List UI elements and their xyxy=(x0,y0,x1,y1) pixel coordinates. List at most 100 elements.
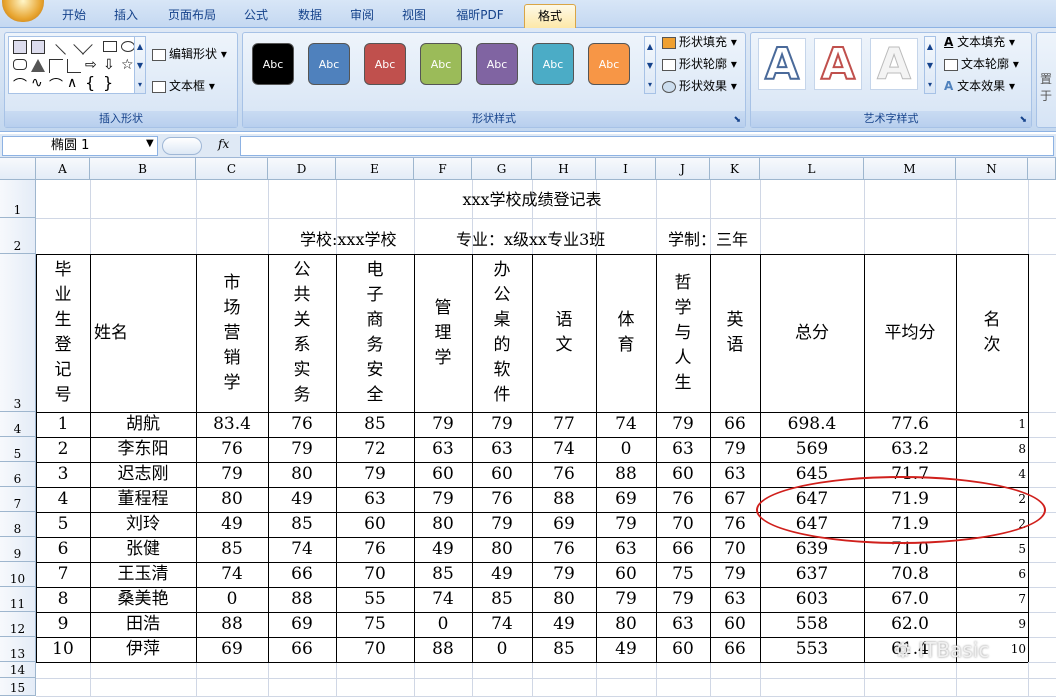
header-cell[interactable]: 语文 xyxy=(532,256,596,410)
score-cell[interactable]: 88 xyxy=(196,612,268,637)
score-cell[interactable]: 76 xyxy=(532,537,596,562)
major-label[interactable]: 专业：x级xx专业3班 xyxy=(456,226,605,250)
score-cell[interactable]: 9 xyxy=(956,612,1028,637)
row-number-cell[interactable]: 4 xyxy=(36,487,90,512)
name-cell[interactable]: 李东阳 xyxy=(90,437,196,462)
score-cell[interactable]: 88 xyxy=(532,487,596,512)
header-cell[interactable]: 办公桌的软件 xyxy=(472,256,532,410)
column-header-L[interactable]: L xyxy=(760,158,864,180)
header-cell[interactable]: 名次 xyxy=(956,256,1028,410)
text-box-button[interactable]: 文本框 ▾ xyxy=(152,76,215,96)
score-cell[interactable]: 80 xyxy=(414,512,472,537)
shape-style-3[interactable]: Abc xyxy=(364,43,406,85)
score-cell[interactable]: 85 xyxy=(336,412,414,437)
score-cell[interactable]: 77.6 xyxy=(864,412,956,437)
score-cell[interactable]: 5 xyxy=(956,537,1028,562)
row-header-5[interactable]: 5 xyxy=(0,437,36,462)
oval-shape-icon[interactable] xyxy=(121,41,135,52)
score-cell[interactable]: 637 xyxy=(760,562,864,587)
column-header-K[interactable]: K xyxy=(710,158,760,180)
term-label[interactable]: 学制：三年 xyxy=(668,226,748,250)
tab-format[interactable]: 格式 xyxy=(524,4,576,28)
score-cell[interactable]: 79 xyxy=(656,412,710,437)
header-cell[interactable]: 市场营销学 xyxy=(196,256,268,410)
vertical-textbox-shape-icon[interactable] xyxy=(31,40,45,54)
rectangle-shape-icon[interactable] xyxy=(103,41,117,52)
tab-home[interactable]: 开始 xyxy=(52,4,96,28)
score-cell[interactable]: 75 xyxy=(656,562,710,587)
row-header-4[interactable]: 4 xyxy=(0,412,36,437)
name-cell[interactable]: 桑美艳 xyxy=(90,587,196,612)
formula-input[interactable] xyxy=(240,136,1054,156)
freeform-shape-icon[interactable]: ⌒ xyxy=(13,75,27,95)
text-effect-button[interactable]: A 文本效果 ▾ xyxy=(944,76,1015,96)
column-header-A[interactable]: A xyxy=(36,158,90,180)
score-cell[interactable]: 79 xyxy=(596,512,656,537)
header-cell[interactable]: 姓名 xyxy=(90,256,196,410)
score-cell[interactable]: 88 xyxy=(596,462,656,487)
score-cell[interactable]: 79 xyxy=(656,587,710,612)
score-cell[interactable]: 76 xyxy=(710,512,760,537)
shape-fill-button[interactable]: 形状填充 ▾ xyxy=(662,32,737,52)
shapes-gallery[interactable]: ⇨ ⇩ ☆ ⌒ ∿ ⌒ ∧ { } xyxy=(8,36,146,94)
score-cell[interactable]: 70 xyxy=(710,537,760,562)
column-header-J[interactable]: J xyxy=(656,158,710,180)
row-number-cell[interactable]: 2 xyxy=(36,437,90,462)
score-cell[interactable]: 60 xyxy=(656,462,710,487)
score-cell[interactable]: 63 xyxy=(656,612,710,637)
score-cell[interactable]: 79 xyxy=(532,562,596,587)
header-cell[interactable]: 哲学与人生 xyxy=(656,256,710,410)
score-cell[interactable]: 74 xyxy=(196,562,268,587)
row-header-8[interactable]: 8 xyxy=(0,512,36,537)
column-header-N[interactable]: N xyxy=(956,158,1028,180)
tab-view[interactable]: 视图 xyxy=(392,4,436,28)
score-cell[interactable]: 67 xyxy=(710,487,760,512)
header-cell[interactable]: 管理学 xyxy=(414,256,472,410)
name-cell[interactable]: 刘玲 xyxy=(90,512,196,537)
row-number-cell[interactable]: 7 xyxy=(36,562,90,587)
row-header-11[interactable]: 11 xyxy=(0,587,36,612)
score-cell[interactable]: 569 xyxy=(760,437,864,462)
score-cell[interactable]: 80 xyxy=(532,587,596,612)
score-cell[interactable]: 553 xyxy=(760,637,864,662)
wordart-gallery-scroll[interactable]: ▲ ▼ ▾ xyxy=(924,36,936,94)
score-cell[interactable]: 49 xyxy=(414,537,472,562)
name-cell[interactable]: 田浩 xyxy=(90,612,196,637)
score-cell[interactable]: 60 xyxy=(656,637,710,662)
score-cell[interactable]: 60 xyxy=(414,462,472,487)
score-cell[interactable]: 49 xyxy=(532,612,596,637)
wordart-style-3[interactable]: A xyxy=(870,38,918,91)
row-number-cell[interactable]: 5 xyxy=(36,512,90,537)
row-header-7[interactable]: 7 xyxy=(0,487,36,512)
score-cell[interactable]: 8 xyxy=(956,437,1028,462)
score-cell[interactable]: 85 xyxy=(472,587,532,612)
score-cell[interactable]: 60 xyxy=(472,462,532,487)
score-cell[interactable]: 75 xyxy=(336,612,414,637)
score-cell[interactable]: 74 xyxy=(596,412,656,437)
tab-data[interactable]: 数据 xyxy=(288,4,332,28)
brace-right-shape-icon[interactable]: } xyxy=(103,73,113,92)
score-cell[interactable]: 69 xyxy=(532,512,596,537)
name-cell[interactable]: 王玉清 xyxy=(90,562,196,587)
column-header-H[interactable]: H xyxy=(532,158,596,180)
bring-forward-label[interactable]: 置于 xyxy=(1040,70,1056,104)
tab-formulas[interactable]: 公式 xyxy=(234,4,278,28)
score-cell[interactable]: 69 xyxy=(596,487,656,512)
score-cell[interactable]: 63 xyxy=(710,462,760,487)
score-cell[interactable]: 0 xyxy=(472,637,532,662)
score-cell[interactable]: 80 xyxy=(596,612,656,637)
row-header-1[interactable]: 1 xyxy=(0,180,36,218)
header-cell[interactable]: 体育 xyxy=(596,256,656,410)
score-cell[interactable]: 1 xyxy=(956,412,1028,437)
row-number-cell[interactable]: 10 xyxy=(36,637,90,662)
score-cell[interactable]: 698.4 xyxy=(760,412,864,437)
score-cell[interactable]: 76 xyxy=(656,487,710,512)
name-cell[interactable]: 迟志刚 xyxy=(90,462,196,487)
score-cell[interactable]: 79 xyxy=(414,412,472,437)
name-box[interactable]: 椭圆 1 xyxy=(2,136,158,156)
score-cell[interactable]: 79 xyxy=(710,562,760,587)
edit-shape-button[interactable]: 编辑形状 ▾ xyxy=(152,44,227,64)
score-cell[interactable]: 49 xyxy=(196,512,268,537)
header-cell[interactable]: 平均分 xyxy=(864,256,956,410)
score-cell[interactable]: 79 xyxy=(472,512,532,537)
